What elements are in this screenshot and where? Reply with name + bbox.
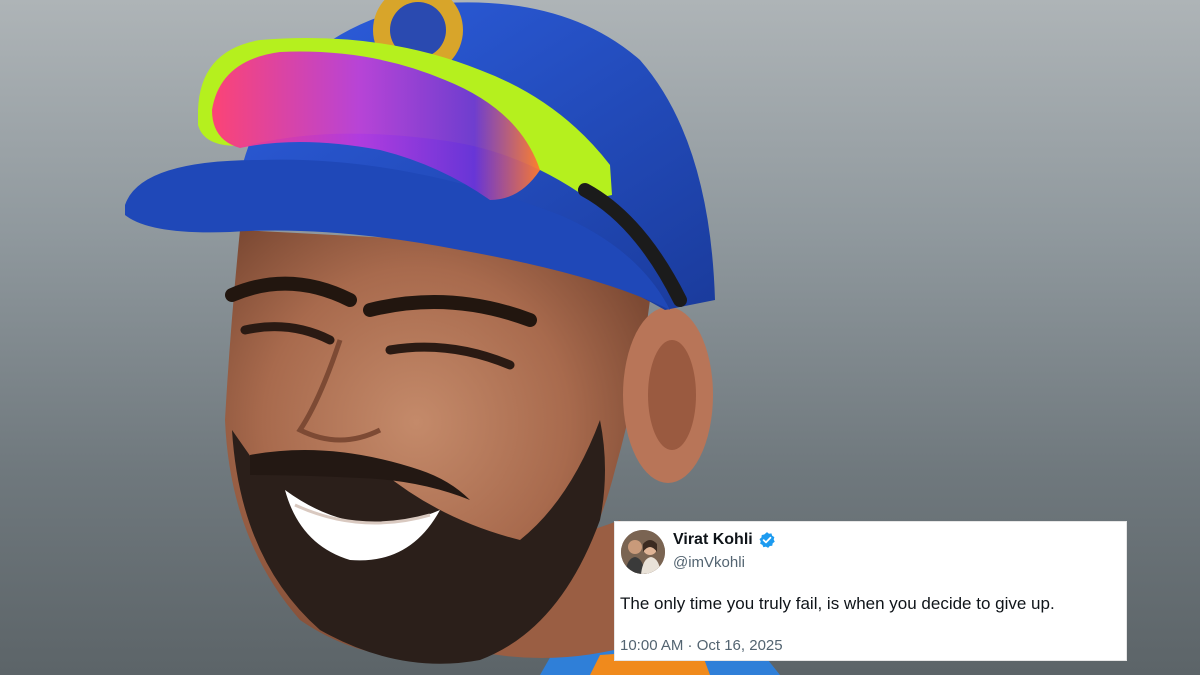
ear-inner xyxy=(648,340,696,450)
tweet-card[interactable]: Virat Kohli @imVkohli The only time you … xyxy=(614,521,1127,661)
tweet-timestamp[interactable]: 10:00 AM · Oct 16, 2025 xyxy=(620,637,783,654)
tweet-text: The only time you truly fail, is when yo… xyxy=(620,594,1055,613)
background-photo: Virat Kohli @imVkohli The only time you … xyxy=(0,0,1200,675)
user-handle[interactable]: @imVkohli xyxy=(673,554,745,571)
verified-badge-icon xyxy=(759,532,775,548)
avatar-image xyxy=(621,530,665,574)
avatar[interactable] xyxy=(621,530,665,574)
display-name[interactable]: Virat Kohli xyxy=(673,531,753,549)
display-name-row: Virat Kohli xyxy=(673,531,776,549)
